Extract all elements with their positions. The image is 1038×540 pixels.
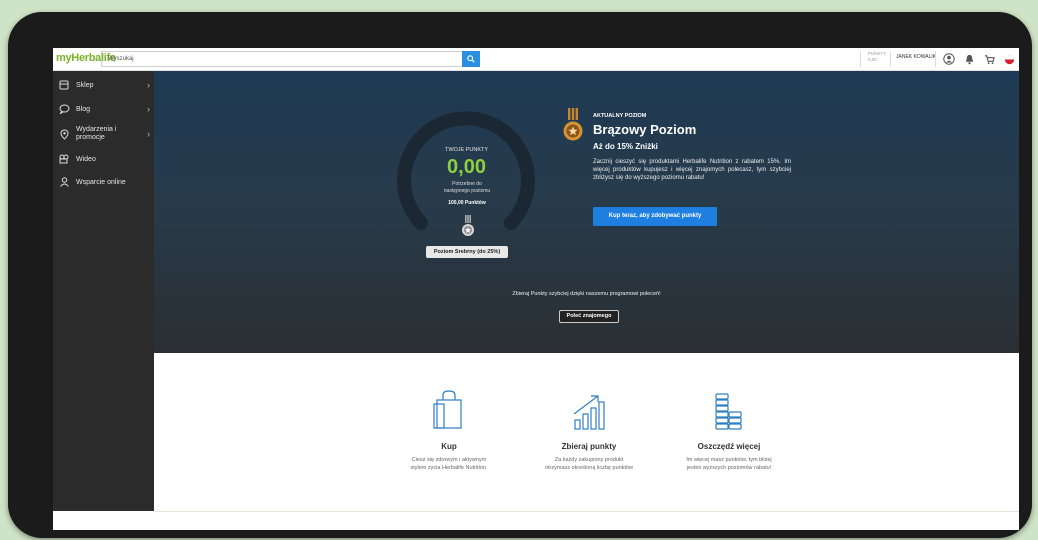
feature-description-line1: Im więcej masz punktów, tym bliżej	[686, 457, 772, 463]
bronze-medal-icon	[563, 108, 583, 141]
sidebar: Sklep › Blog › Wydarzenia i promocje › W…	[53, 71, 154, 511]
feature-description: Za każdy zakupiony produkt otrzymasz okr…	[529, 456, 649, 472]
points-needed-text: Potrzebne do następnego poziomu	[432, 181, 502, 195]
feature-title: Oszczędź więcej	[697, 442, 761, 451]
sidebar-item-events[interactable]: Wydarzenia i promocje ›	[53, 122, 154, 146]
sidebar-item-label: Wideo	[76, 155, 96, 163]
support-icon	[56, 177, 72, 187]
silver-medal-icon	[462, 215, 474, 236]
feature-description-line2: jesteś wyższych poziomów rabatu!	[686, 465, 772, 471]
divider	[860, 51, 861, 67]
feature-description-line1: Ciesz się zdrowym i aktywnym	[411, 457, 487, 463]
sidebar-item-label: Wydarzenia i promocje	[76, 126, 117, 141]
referral-text: Zbieraj Punkty szybciej dzięki naszemu p…	[512, 291, 661, 297]
coins-stack-icon	[669, 388, 789, 430]
current-level-discount: Aż do 15% Zniżki	[593, 142, 658, 151]
sidebar-item-support[interactable]: Wsparcie online	[53, 172, 154, 192]
points-needed-line1: Potrzebne do	[452, 181, 482, 187]
points-needed-line2: następnego poziomu	[443, 188, 491, 194]
search-button[interactable]	[462, 51, 480, 67]
sidebar-footer	[53, 511, 154, 530]
search-input[interactable]: Wyszukaj	[101, 51, 463, 67]
app-screen: myHerbalife Wyszukaj PUNKTY 0,00 JANEK K…	[53, 48, 1019, 530]
account-icon[interactable]	[943, 53, 955, 65]
bell-icon[interactable]	[963, 53, 975, 65]
feature-collect-points: Zbieraj punkty Za każdy zakupiony produk…	[529, 388, 649, 472]
sidebar-item-label: Wsparcie online	[76, 178, 126, 186]
feature-title: Zbieraj punkty	[561, 442, 617, 451]
chevron-right-icon: ›	[147, 129, 150, 139]
page-footer-strip	[154, 511, 1019, 530]
divider	[935, 51, 936, 67]
feature-title: Kup	[441, 442, 457, 451]
tablet-frame: myHerbalife Wyszukaj PUNKTY 0,00 JANEK K…	[8, 12, 1032, 538]
feature-description: Ciesz się zdrowym i aktywnym stylem życi…	[389, 456, 509, 472]
points-needed-value: 100,00 Punktów	[448, 200, 486, 206]
growth-chart-icon	[529, 388, 649, 430]
current-level-label: AKTUALNY POZIOM	[593, 113, 647, 119]
feature-description-line2: otrzymasz określoną liczbę punktów	[544, 465, 634, 471]
buy-now-button[interactable]: Kup teraz, aby zdobywać punkty	[593, 207, 717, 226]
points-indicator[interactable]: PUNKTY 0,00	[868, 51, 886, 63]
top-bar: myHerbalife Wyszukaj PUNKTY 0,00 JANEK K…	[53, 48, 1019, 71]
feature-description-line1: Za każdy zakupiony produkt	[554, 457, 624, 463]
points-value: 0,00	[868, 57, 877, 62]
feature-buy: Kup Ciesz się zdrowym i aktywnym stylem …	[389, 388, 509, 472]
sidebar-item-blog[interactable]: Blog ›	[53, 99, 154, 119]
loyalty-hero: TWOJE PUNKTY 0,00 Potrzebne do następneg…	[154, 71, 1019, 353]
sidebar-item-label: Blog	[76, 105, 91, 113]
shop-icon	[56, 80, 72, 90]
user-name[interactable]: JANEK KOWALIK	[896, 54, 936, 60]
feature-description: Im więcej masz punktów, tym bliżej jeste…	[669, 456, 789, 472]
feature-description-line2: stylem życia Herbalife Nutrition.	[410, 465, 488, 471]
points-title: TWOJE PUNKTY	[444, 147, 489, 153]
sidebar-item-label: Sklep	[76, 81, 94, 89]
shopping-bag-icon	[389, 388, 509, 430]
sidebar-item-video[interactable]: Wideo	[53, 149, 154, 169]
sidebar-item-shop[interactable]: Sklep ›	[53, 75, 154, 95]
search-icon	[467, 55, 475, 63]
chevron-right-icon: ›	[147, 104, 150, 114]
location-icon	[56, 128, 72, 140]
chevron-right-icon: ›	[147, 80, 150, 90]
points-value: 0,00	[447, 156, 486, 178]
refer-friend-button[interactable]: Poleć znajomego	[559, 310, 619, 323]
current-level-title: Brązowy Poziom	[593, 122, 697, 137]
cart-icon[interactable]	[983, 53, 995, 65]
next-level-button[interactable]: Poziom Srebrny (do 25%)	[426, 246, 508, 258]
chat-icon	[56, 104, 72, 114]
feature-save-more: Oszczędź więcej Im więcej masz punktów, …	[669, 388, 789, 472]
language-flag-icon[interactable]	[1003, 53, 1015, 65]
video-icon	[56, 154, 72, 164]
current-level-description: Zacznij cieszyć się produktami Herbalife…	[593, 159, 791, 181]
divider	[890, 51, 891, 67]
